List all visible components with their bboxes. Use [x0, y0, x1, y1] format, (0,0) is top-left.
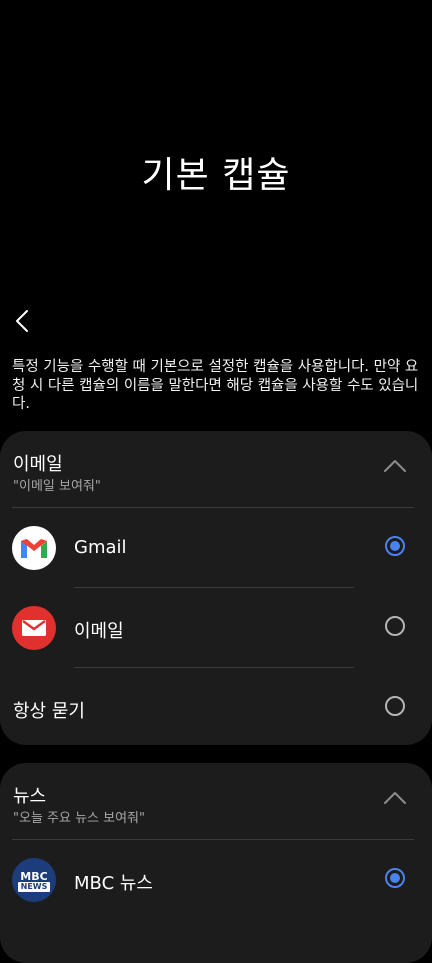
- option-label: MBC 뉴스: [74, 873, 153, 894]
- mbc-logo-text: MBC: [20, 869, 48, 883]
- mbc-news-icon: MBC NEWS: [12, 858, 56, 902]
- section-title: 뉴스: [13, 786, 47, 807]
- email-section-card: 이메일 "이메일 보여줘" Gmail 이메일 항상 묻기: [0, 431, 432, 745]
- option-mbc-news[interactable]: MBC NEWS MBC 뉴스: [0, 840, 432, 920]
- option-email[interactable]: 이메일: [0, 588, 432, 668]
- description-text: 특정 기능을 수행할 때 기본으로 설정한 캡슐을 사용합니다. 만약 요청 시…: [12, 359, 419, 412]
- news-section-header[interactable]: 뉴스 "오늘 주요 뉴스 보여줘": [0, 763, 432, 839]
- chevron-up-icon[interactable]: [384, 791, 406, 805]
- radio-selected[interactable]: [385, 868, 405, 888]
- chevron-up-icon[interactable]: [384, 459, 406, 473]
- section-example: "이메일 보여줘": [13, 479, 101, 494]
- back-button[interactable]: [10, 306, 34, 336]
- section-example: "오늘 주요 뉴스 보여줘": [13, 811, 145, 826]
- radio-unselected[interactable]: [385, 696, 405, 716]
- chevron-left-icon: [16, 310, 28, 332]
- news-logo-text: NEWS: [17, 881, 51, 892]
- news-section-card: 뉴스 "오늘 주요 뉴스 보여줘" MBC NEWS MBC 뉴스: [0, 763, 432, 963]
- section-title: 이메일: [13, 454, 63, 475]
- option-always-ask[interactable]: 항상 묻기: [0, 668, 432, 748]
- radio-selected[interactable]: [385, 536, 405, 556]
- option-label: Gmail: [74, 537, 127, 558]
- option-gmail[interactable]: Gmail: [0, 508, 432, 588]
- page-title: 기본 캡슐: [141, 155, 291, 196]
- option-label: 항상 묻기: [13, 701, 85, 722]
- email-app-icon: [12, 606, 56, 650]
- radio-unselected[interactable]: [385, 616, 405, 636]
- email-section-header[interactable]: 이메일 "이메일 보여줘": [0, 431, 432, 507]
- option-label: 이메일: [74, 621, 124, 642]
- gmail-icon: [12, 526, 56, 570]
